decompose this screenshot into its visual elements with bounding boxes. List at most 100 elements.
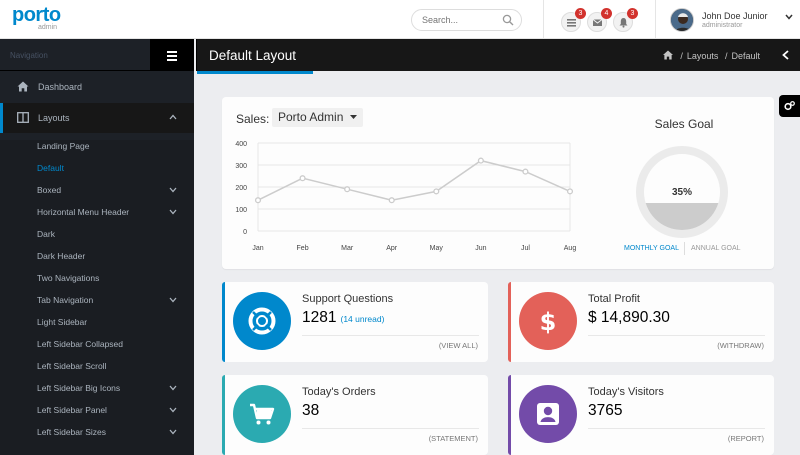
report-link[interactable]: (REPORT) [728, 434, 764, 443]
goal-percent: 35% [671, 187, 692, 198]
sidebar-subitem-default[interactable]: Default [0, 157, 194, 179]
card-title: Total Profit [588, 293, 640, 305]
support-questions-card: Support Questions 1281 (14 unread) (VIEW … [222, 282, 488, 362]
sidebar-subitem-label: Tab Navigation [37, 295, 94, 305]
columns-icon [17, 112, 29, 123]
messages-badge: 4 [601, 8, 612, 19]
sidebar-subitem-left-sidebar-big-icons[interactable]: Left Sidebar Big Icons [0, 377, 194, 399]
goal-title: Sales Goal [654, 117, 714, 131]
header-divider [543, 0, 544, 39]
x-tick-label: Jun [475, 245, 486, 252]
withdraw-link[interactable]: (WITHDRAW) [717, 341, 764, 350]
title-underline [197, 71, 313, 74]
x-tick-label: May [430, 245, 444, 252]
tasks-notification-button[interactable]: 3 [561, 8, 586, 32]
data-point[interactable] [433, 188, 440, 195]
sidebar-subitem-label: Dark Header [37, 251, 86, 261]
sidebar-subitem-dark[interactable]: Dark [0, 223, 194, 245]
sidebar-subitem-label: Left Sidebar Panel [37, 405, 107, 415]
sidebar-item-layouts[interactable]: Layouts [0, 103, 194, 133]
sidebar-subitem-left-sidebar-collapsed[interactable]: Left Sidebar Collapsed [0, 333, 194, 355]
settings-toggle-button[interactable] [779, 95, 800, 117]
brand-sub: admin [38, 24, 58, 31]
sales-line-chart: 0 100 200 300 400 Jan Feb Mar Apr May Jun Jul Aug [235, 141, 577, 252]
sidebar-subitem-label: Left Sidebar Scroll [37, 361, 107, 371]
sidebar-subitem-label: Light Sidebar [37, 317, 88, 327]
search-input[interactable] [422, 15, 502, 25]
search-box [411, 9, 522, 31]
chevron-up-icon [169, 114, 177, 120]
chevron-down-icon[interactable] [785, 14, 793, 20]
logo[interactable]: porto admin [12, 4, 61, 31]
x-tick-label: Mar [341, 245, 354, 252]
data-point[interactable] [344, 186, 351, 193]
card-title: Support Questions [302, 293, 394, 305]
avatar [670, 8, 694, 32]
header-divider [655, 0, 656, 39]
view-all-link[interactable]: (VIEW ALL) [439, 341, 478, 350]
dollar-icon: $ [540, 308, 557, 335]
sidebar-subitem-light-sidebar[interactable]: Light Sidebar [0, 311, 194, 333]
sidebar-subitem-label: Landing Page [37, 141, 90, 151]
sidebar-subitem-label: Horizontal Menu Header [37, 207, 130, 217]
todays-orders-card: Today's Orders 38 (STATEMENT) [222, 375, 488, 455]
chevron-down-icon [169, 407, 177, 413]
sidebar-heading: Navigation [10, 51, 48, 60]
alerts-badge: 3 [627, 8, 638, 19]
tab-annual-goal[interactable]: ANNUAL GOAL [691, 245, 741, 252]
x-tick-label: Aug [564, 245, 577, 252]
home-icon[interactable] [662, 50, 674, 60]
chevron-down-icon [169, 187, 177, 193]
sidebar-toggle-button[interactable] [150, 39, 194, 71]
sidebar-subitem-left-sidebar-sizes[interactable]: Left Sidebar Sizes [0, 421, 194, 443]
card-value: 38 [302, 402, 320, 419]
card-value: 1281 [302, 309, 337, 326]
x-tick-label: Jul [521, 245, 530, 252]
sidebar-subitem-left-sidebar-scroll[interactable]: Left Sidebar Scroll [0, 355, 194, 377]
alerts-notification-button[interactable]: 3 [613, 8, 638, 32]
sidebar-subitem-boxed[interactable]: Boxed [0, 179, 194, 201]
sidebar-subitem-tab-navigation[interactable]: Tab Navigation [0, 289, 194, 311]
sidebar-subitem-left-sidebar-panel[interactable]: Left Sidebar Panel [0, 399, 194, 421]
brand-name: porto [12, 4, 61, 26]
data-point[interactable] [254, 197, 262, 204]
sidebar-subitem-label: Boxed [37, 185, 62, 195]
bell-icon [619, 18, 628, 28]
x-tick-label: Jan [252, 245, 263, 252]
sidebar-subitem-dark-header[interactable]: Dark Header [0, 245, 194, 267]
sidebar-subitem-horizontal-menu-header[interactable]: Horizontal Menu Header [0, 201, 194, 223]
data-point[interactable] [522, 168, 529, 175]
y-tick-label: 100 [235, 207, 247, 214]
user-icon [537, 403, 559, 425]
user-menu[interactable]: John Doe Junior administrator [670, 8, 795, 32]
y-tick-label: 0 [243, 229, 247, 236]
chevron-down-icon [169, 429, 177, 435]
chevron-down-icon [169, 209, 177, 215]
search-icon[interactable] [502, 14, 514, 26]
breadcrumb-layouts[interactable]: Layouts [687, 51, 719, 61]
x-tick-label: Feb [297, 245, 309, 252]
hamburger-icon [167, 51, 177, 53]
tab-monthly-goal[interactable]: MONTHLY GOAL [624, 245, 679, 252]
top-header: porto admin 3 4 3 John Doe Junior admini… [0, 0, 800, 39]
chevron-left-icon[interactable] [782, 50, 789, 60]
sidebar-subitem-label: Default [37, 163, 64, 173]
card-value: 3765 [588, 402, 623, 419]
gauge-fill [644, 203, 720, 230]
total-profit-card: $ Total Profit $ 14,890.30 (WITHDRAW) [508, 282, 774, 362]
sidebar-subitem-landing-page[interactable]: Landing Page [0, 135, 194, 157]
sales-panel: Sales: Porto Admin 0 100 200 300 400 Jan Feb Ma… [222, 97, 774, 269]
data-point[interactable] [566, 188, 574, 195]
y-tick-label: 200 [235, 185, 247, 192]
statement-link[interactable]: (STATEMENT) [429, 434, 478, 443]
messages-notification-button[interactable]: 4 [587, 8, 612, 32]
data-point[interactable] [388, 197, 395, 204]
tasks-badge: 3 [575, 8, 586, 19]
sidebar-subitem-two-navigations[interactable]: Two Navigations [0, 267, 194, 289]
unread-count-link[interactable]: (14 unread) [340, 314, 384, 324]
data-point[interactable] [299, 175, 306, 182]
y-tick-label: 300 [235, 163, 247, 170]
user-name: John Doe Junior [702, 11, 768, 21]
data-point[interactable] [477, 157, 484, 164]
sidebar-item-dashboard[interactable]: Dashboard [0, 72, 194, 102]
